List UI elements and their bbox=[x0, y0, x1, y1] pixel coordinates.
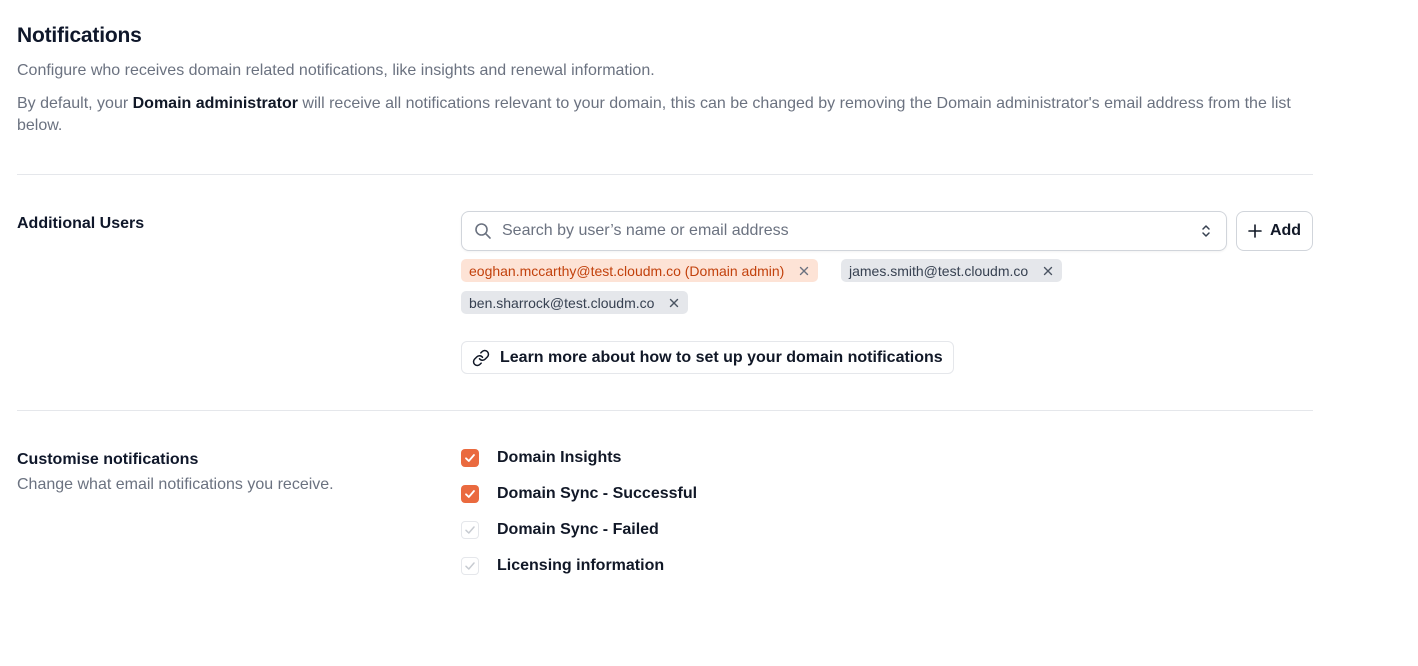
check-icon bbox=[465, 562, 475, 570]
customise-notifications-description: Change what email notifications you rece… bbox=[17, 476, 334, 493]
user-chip: james.smith@test.cloudm.co bbox=[841, 259, 1063, 282]
check-icon bbox=[465, 526, 475, 534]
check-icon bbox=[465, 454, 475, 462]
link-icon bbox=[472, 349, 490, 367]
user-search-input[interactable] bbox=[502, 222, 1194, 240]
page-description: Configure who receives domain related no… bbox=[17, 62, 655, 79]
close-icon[interactable] bbox=[798, 265, 810, 277]
add-user-label: Add bbox=[1269, 222, 1302, 239]
customise-notifications-label: Customise notifications bbox=[17, 451, 199, 468]
option-domain-sync-failed[interactable]: Domain Sync - Failed bbox=[461, 520, 659, 540]
user-chip-email: ben.sharrock@test.cloudm.co bbox=[469, 294, 655, 311]
add-user-button[interactable]: Add bbox=[1236, 211, 1313, 251]
section-divider bbox=[17, 410, 1313, 411]
plus-icon bbox=[1248, 224, 1262, 238]
option-label: Domain Insights bbox=[497, 449, 622, 466]
close-icon[interactable] bbox=[1042, 265, 1054, 277]
option-domain-insights[interactable]: Domain Insights bbox=[461, 448, 621, 468]
option-licensing-information[interactable]: Licensing information bbox=[461, 556, 664, 576]
learn-more-label: Learn more about how to set up your doma… bbox=[500, 348, 943, 366]
user-chip-email: eoghan.mccarthy@test.cloudm.co (Domain a… bbox=[469, 262, 785, 279]
user-chip-admin: eoghan.mccarthy@test.cloudm.co (Domain a… bbox=[461, 259, 819, 282]
option-domain-sync-successful[interactable]: Domain Sync - Successful bbox=[461, 484, 697, 504]
additional-users-label: Additional Users bbox=[17, 215, 145, 232]
checkbox-unchecked[interactable] bbox=[461, 521, 479, 539]
checkbox-checked[interactable] bbox=[461, 449, 479, 467]
checkbox-unchecked[interactable] bbox=[461, 557, 479, 575]
option-label: Licensing information bbox=[497, 557, 665, 574]
default-admin-note: By default, your Domain administrator wi… bbox=[17, 95, 1291, 134]
page-title: Notifications bbox=[17, 24, 142, 47]
close-icon[interactable] bbox=[668, 297, 680, 309]
search-icon bbox=[474, 222, 492, 240]
learn-more-link[interactable]: Learn more about how to set up your doma… bbox=[461, 341, 954, 374]
user-chip-email: james.smith@test.cloudm.co bbox=[849, 262, 1029, 279]
user-chip: ben.sharrock@test.cloudm.co bbox=[461, 291, 689, 314]
check-icon bbox=[465, 490, 475, 498]
option-label: Domain Sync - Failed bbox=[497, 521, 659, 538]
option-label: Domain Sync - Successful bbox=[497, 485, 698, 502]
domain-admin-emphasis: Domain administrator bbox=[132, 95, 298, 112]
user-search-combobox[interactable] bbox=[461, 211, 1227, 251]
section-divider bbox=[17, 174, 1313, 175]
chevron-up-down-icon[interactable] bbox=[1194, 219, 1218, 243]
checkbox-checked[interactable] bbox=[461, 485, 479, 503]
